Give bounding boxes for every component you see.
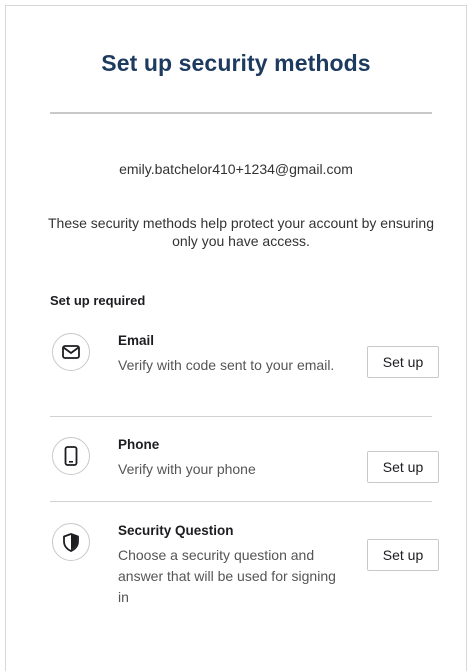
method-description: Verify with your phone [118, 461, 256, 477]
method-description: Verify with code sent to your email. [118, 357, 335, 373]
section-label-required: Set up required [50, 293, 146, 308]
method-security-question: Security Question Choose a security ques… [50, 523, 439, 623]
method-name: Phone [118, 437, 160, 452]
page-title: Set up security methods [101, 50, 371, 76]
method-phone: Phone Verify with your phone Set up [50, 437, 439, 487]
setup-security-question-button[interactable]: Set up [367, 539, 439, 571]
setup-phone-button[interactable]: Set up [367, 451, 439, 483]
method-email: Email Verify with code sent to your emai… [50, 333, 439, 403]
authenticator-card: Set up security methods emily.batchelor4… [5, 5, 467, 671]
mail-icon [52, 333, 90, 371]
setup-email-button[interactable]: Set up [367, 346, 439, 378]
method-name: Email [118, 333, 155, 348]
user-identifier: emily.batchelor410+1234@gmail.com [119, 161, 353, 177]
method-name: Security Question [118, 523, 234, 538]
method-divider [50, 501, 432, 502]
phone-icon [52, 437, 90, 475]
shield-icon [52, 523, 90, 561]
method-description: Choose a security question and answer th… [118, 547, 336, 605]
page-subtitle: These security methods help protect your… [48, 215, 434, 249]
method-divider [50, 416, 432, 417]
header-divider [50, 112, 432, 114]
